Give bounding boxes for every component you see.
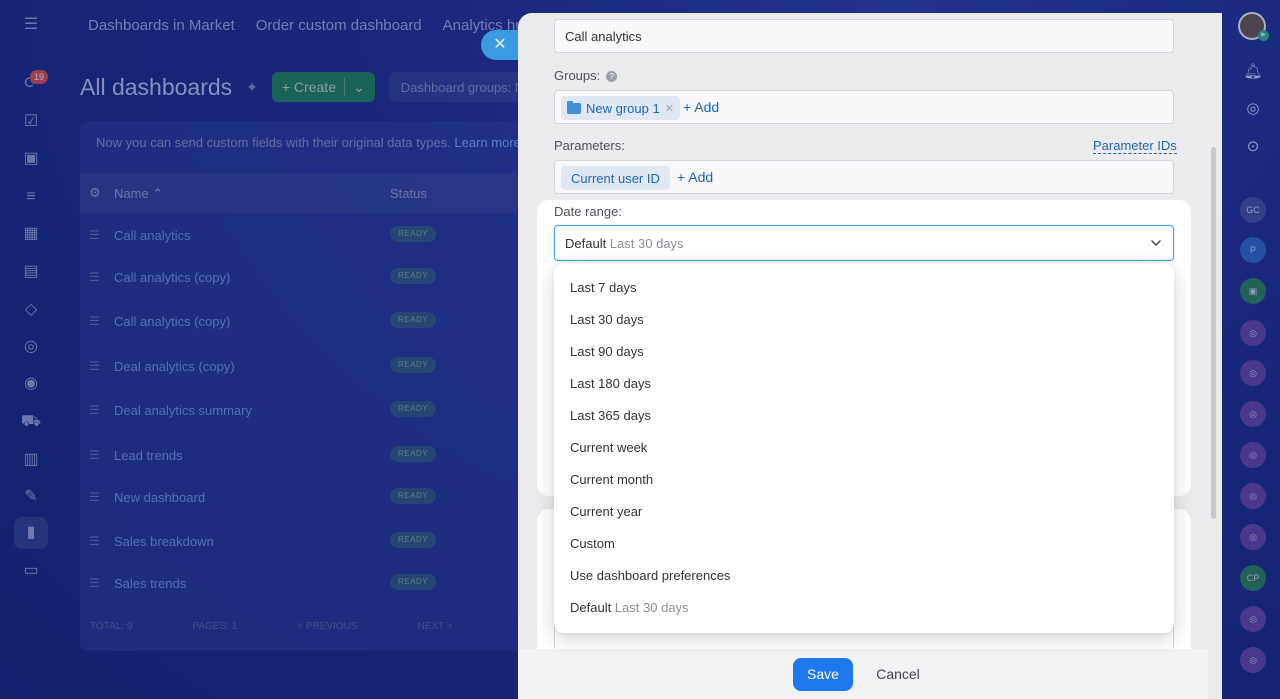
slider-scrollbar[interactable] (1211, 147, 1216, 519)
date-range-label: Date range: (554, 204, 622, 219)
chevron-down-icon[interactable] (1148, 235, 1164, 251)
add-group-link[interactable]: + Add (683, 99, 719, 115)
date-range-dropdown: Last 7 days Last 30 days Last 90 days La… (554, 264, 1174, 633)
cancel-button[interactable]: Cancel (866, 658, 930, 691)
option-last-30-days[interactable]: Last 30 days (570, 312, 644, 327)
option-last-90-days[interactable]: Last 90 days (570, 344, 644, 359)
add-parameter-link[interactable]: + Add (677, 169, 713, 185)
option-current-month[interactable]: Current month (570, 472, 653, 487)
option-last-7-days[interactable]: Last 7 days (570, 280, 637, 295)
option-default-prefix: Default (570, 600, 612, 615)
close-icon: ✕ (493, 36, 507, 53)
parameter-chip-label: Current user ID (571, 170, 660, 186)
name-field-value: Call analytics (565, 29, 642, 44)
parameter-ids-link[interactable]: Parameter IDs (1093, 138, 1177, 154)
option-last-365-days[interactable]: Last 365 days (570, 408, 651, 423)
date-range-select[interactable]: Default Last 30 days (554, 225, 1174, 261)
option-default-value: Last 30 days (614, 600, 689, 615)
selected-value: Last 30 days (609, 236, 684, 251)
option-custom[interactable]: Custom (570, 536, 615, 551)
option-use-dashboard-preferences[interactable]: Use dashboard preferences (570, 568, 730, 583)
groups-field[interactable]: New group 1 ✕ + Add (554, 90, 1174, 124)
folder-icon (567, 100, 581, 114)
parameter-chip[interactable]: Current user ID (561, 166, 670, 190)
help-icon[interactable]: ? (606, 71, 618, 82)
option-default[interactable]: Default Last 30 days (570, 600, 689, 615)
remove-chip-icon[interactable]: ✕ (665, 102, 674, 115)
close-slider-button[interactable]: ✕ (481, 30, 519, 60)
date-range-selected: Default Last 30 days (565, 236, 684, 251)
selected-prefix: Default (565, 236, 607, 251)
group-chip-label: New group 1 (586, 100, 660, 116)
name-field[interactable]: Call analytics (554, 19, 1174, 53)
parameters-label: Parameters: (554, 138, 625, 153)
groups-label: Groups:? (554, 68, 618, 83)
group-chip[interactable]: New group 1 ✕ (561, 96, 680, 120)
option-last-180-days[interactable]: Last 180 days (570, 376, 651, 391)
parameters-field[interactable]: Current user ID + Add (554, 160, 1174, 194)
slider-footer (518, 649, 1208, 699)
option-current-week[interactable]: Current week (570, 440, 647, 455)
save-button[interactable]: Save (793, 658, 853, 691)
option-current-year[interactable]: Current year (570, 504, 642, 519)
